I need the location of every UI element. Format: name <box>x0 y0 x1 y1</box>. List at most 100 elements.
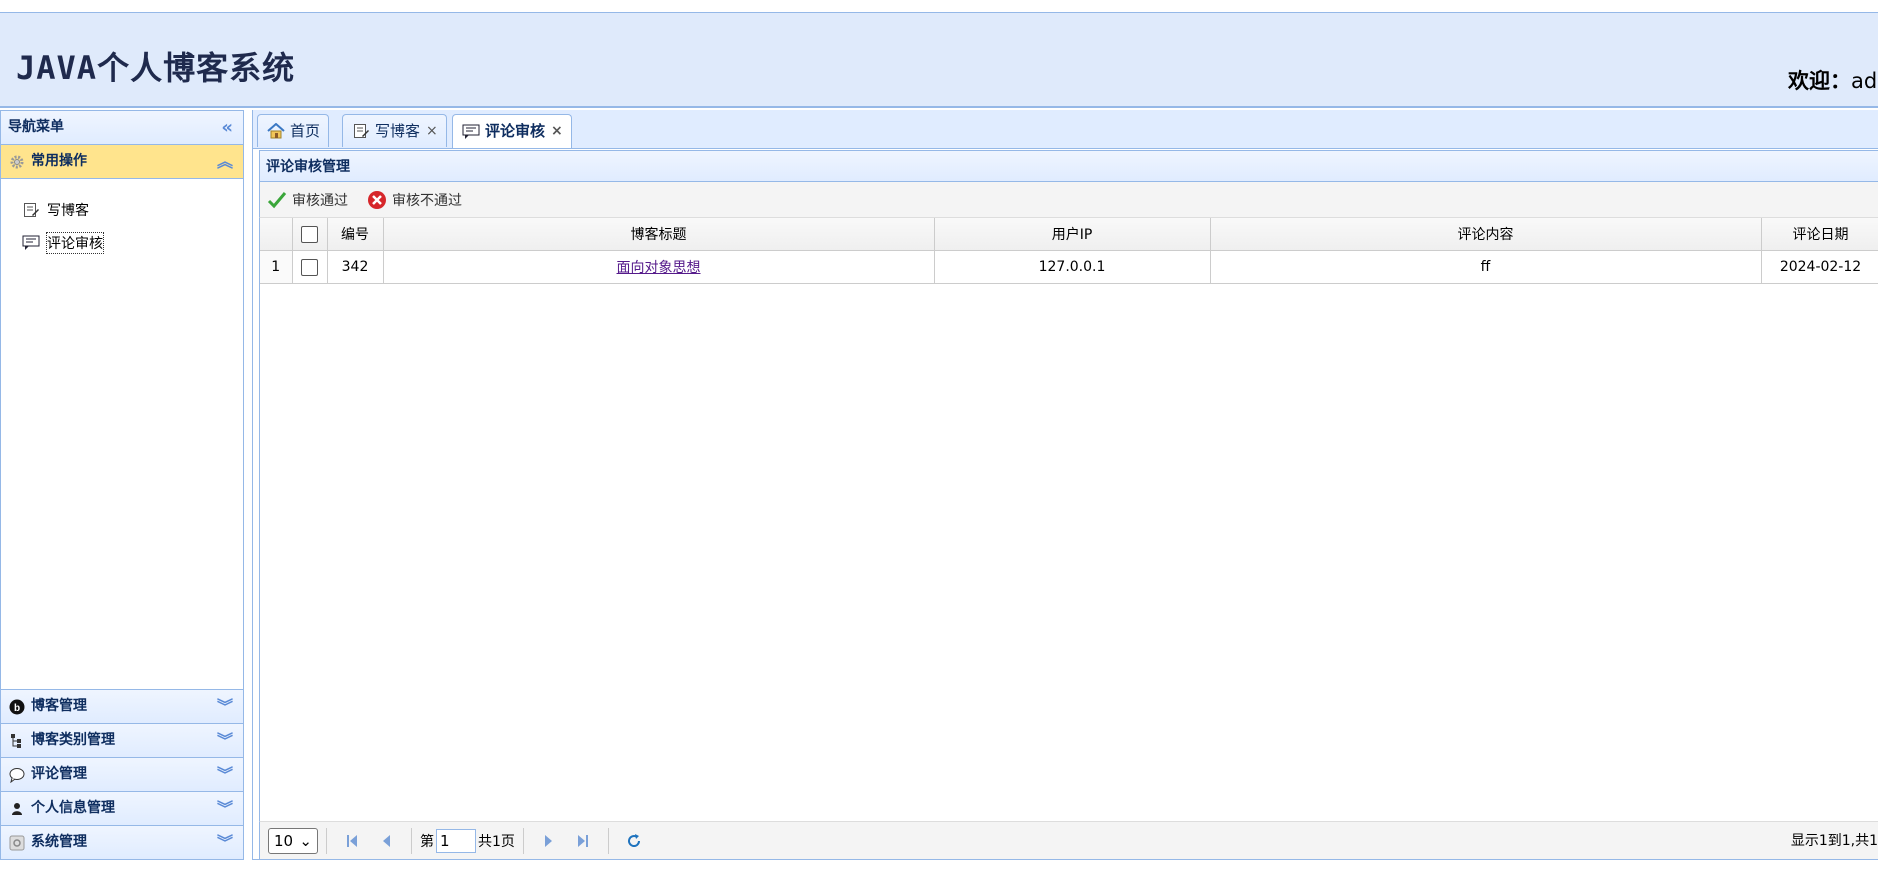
cancel-icon <box>366 189 388 211</box>
chevron-down-icon[interactable]: ︾ <box>217 758 233 791</box>
page-size-select[interactable]: 10 ⌄ <box>268 827 318 854</box>
pager-separator <box>326 827 327 854</box>
nav-section-label: 个人信息管理 <box>31 800 115 816</box>
nav-section-label: 系统管理 <box>31 834 87 850</box>
prev-page-icon[interactable] <box>374 829 398 853</box>
nav-section-common[interactable]: 常用操作 ︽ <box>1 145 243 179</box>
nav-section-label: 博客类别管理 <box>31 732 115 748</box>
row-checkbox[interactable] <box>301 258 318 276</box>
column-header-id[interactable]: 编号 <box>327 218 384 251</box>
column-header-content[interactable]: 评论内容 <box>1210 218 1762 251</box>
chevron-down-icon: ⌄ <box>299 831 312 850</box>
close-icon[interactable]: × <box>426 116 438 147</box>
chevron-down-icon[interactable]: ︾ <box>217 690 233 723</box>
menu-item-label: 写博客 <box>47 203 89 219</box>
comment-datagrid: 编号 博客标题 用户IP 评论内容 评论日期 1 342 面向对象思想 127.… <box>259 218 1878 821</box>
blog-icon: b <box>8 698 25 715</box>
toolbar: 审核通过 审核不通过 <box>259 182 1878 218</box>
gear-icon <box>8 153 25 170</box>
column-header-date[interactable]: 评论日期 <box>1761 218 1878 251</box>
nav-collapsed-sections: b 博客管理 ︾ 博客类别管理 ︾ 评论管理 ︾ 个人信息管理 ︾ 系统管理 ︾ <box>1 689 243 859</box>
edit-icon <box>21 201 41 219</box>
cell-user-ip: 127.0.0.1 <box>934 250 1211 284</box>
rownum-header <box>260 218 293 251</box>
chevron-down-icon[interactable]: ︾ <box>217 724 233 757</box>
nav-panel: 导航菜单 « 常用操作 ︽ 写博客 评论审核 b 博客管理 ︾ 博客类别管理 ︾… <box>0 110 244 860</box>
reject-label: 审核不通过 <box>392 192 462 209</box>
chevron-up-icon[interactable]: ︽ <box>217 145 233 178</box>
welcome-text: 欢迎：adr <box>1788 65 1878 95</box>
cell-blog-title: 面向对象思想 <box>383 250 935 284</box>
tab-comment-review[interactable]: 评论审核 × <box>452 114 572 148</box>
user-icon <box>8 800 25 817</box>
review-icon <box>461 123 481 141</box>
page-number-input[interactable]: 1 <box>436 828 476 853</box>
window-top-margin <box>0 0 1878 12</box>
nav-title-text: 导航菜单 <box>8 119 64 135</box>
row-select-cell <box>292 250 328 284</box>
table-header-row: 编号 博客标题 用户IP 评论内容 评论日期 <box>260 218 1878 251</box>
comment-icon <box>8 766 25 783</box>
cell-date: 2024-02-12 <box>1761 250 1878 284</box>
pager-separator <box>411 827 412 854</box>
select-all-header <box>292 218 328 251</box>
cell-content: ff <box>1210 250 1762 284</box>
cell-id: 342 <box>327 250 384 284</box>
next-page-icon[interactable] <box>537 829 561 853</box>
common-ops-body: 写博客 评论审核 <box>1 179 243 691</box>
last-page-icon[interactable] <box>571 829 595 853</box>
nav-panel-title: 导航菜单 « <box>1 111 243 145</box>
column-header-user-ip[interactable]: 用户IP <box>934 218 1211 251</box>
nav-section-label: 常用操作 <box>31 153 87 169</box>
approve-button[interactable]: 审核通过 <box>266 189 348 211</box>
tab-label: 首页 <box>290 121 321 140</box>
settings-icon <box>8 834 25 851</box>
app-title: JAVA个人博客系统 <box>16 49 296 87</box>
tab-write-blog[interactable]: 写博客 × <box>342 114 447 147</box>
select-all-checkbox[interactable] <box>301 225 318 243</box>
nav-section-blog[interactable]: b 博客管理 ︾ <box>1 689 243 723</box>
menu-item-write-blog[interactable]: 写博客 <box>21 197 243 223</box>
blog-title-link[interactable]: 面向对象思想 <box>617 260 701 276</box>
pager-separator <box>522 827 524 854</box>
chevron-down-icon[interactable]: ︾ <box>217 826 233 859</box>
nav-section-label: 博客管理 <box>31 698 87 714</box>
tab-label: 写博客 <box>375 121 421 140</box>
nav-section-blog-category[interactable]: 博客类别管理 ︾ <box>1 723 243 757</box>
column-header-blog-title[interactable]: 博客标题 <box>383 218 935 251</box>
app-header: JAVA个人博客系统 欢迎：adr <box>0 12 1878 108</box>
menu-item-label: 评论审核 <box>46 232 104 254</box>
row-number: 1 <box>260 250 293 284</box>
approve-label: 审核通过 <box>292 192 348 209</box>
nav-section-profile[interactable]: 个人信息管理 ︾ <box>1 791 243 825</box>
pager-separator <box>607 827 609 854</box>
home-icon <box>266 122 286 140</box>
first-page-icon[interactable] <box>340 829 364 853</box>
comment-table: 编号 博客标题 用户IP 评论内容 评论日期 1 342 面向对象思想 127.… <box>260 218 1878 284</box>
edit-icon <box>351 122 371 140</box>
welcome-label: 欢迎： <box>1788 69 1851 93</box>
svg-text:b: b <box>13 703 19 714</box>
nav-section-comments[interactable]: 评论管理 ︾ <box>1 757 243 791</box>
menu-item-comment-review[interactable]: 评论审核 <box>21 230 243 256</box>
reject-button[interactable]: 审核不通过 <box>366 189 462 211</box>
tree-icon <box>8 732 25 749</box>
tab-home[interactable]: 首页 <box>257 114 330 147</box>
tab-bar: 首页 写博客 × 评论审核 × <box>253 110 1878 149</box>
nav-section-label: 评论管理 <box>31 766 87 782</box>
pagination-bar: 10 ⌄ 第 1 共1页 显示1到1,共1 <box>259 821 1878 859</box>
table-row[interactable]: 1 342 面向对象思想 127.0.0.1 ff 2024-02-12 <box>260 250 1878 284</box>
chevron-down-icon[interactable]: ︾ <box>217 792 233 825</box>
review-icon <box>21 234 41 252</box>
welcome-username: adr <box>1851 69 1878 93</box>
close-icon[interactable]: × <box>551 116 563 147</box>
pager-info: 显示1到1,共1 <box>1790 833 1878 849</box>
check-icon <box>266 189 288 211</box>
panel-title: 评论审核管理 <box>259 150 1878 182</box>
page-total: 共1页 <box>478 833 515 850</box>
refresh-icon[interactable] <box>622 829 646 853</box>
main-content: 首页 写博客 × 评论审核 × 评论审核管理 审核通过 审核不通过 编号 博客标… <box>252 110 1878 860</box>
collapse-panel-icon[interactable]: « <box>221 111 233 144</box>
nav-section-system[interactable]: 系统管理 ︾ <box>1 825 243 859</box>
tab-label: 评论审核 <box>485 122 546 140</box>
